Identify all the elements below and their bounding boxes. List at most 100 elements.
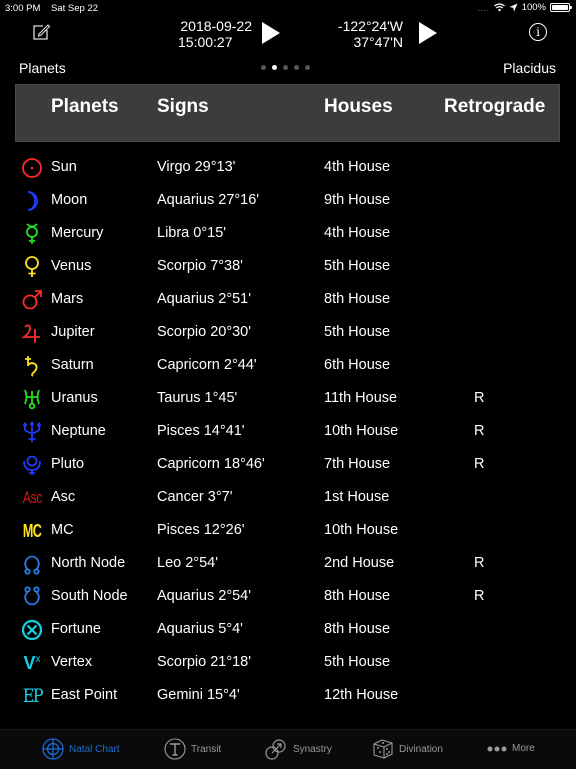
- table-row[interactable]: MC MC Pisces 12°26' 10th House: [0, 514, 576, 547]
- planet-name: Sun: [51, 159, 77, 175]
- table-row[interactable]: Sun Virgo 29°13' 4th House: [0, 151, 576, 184]
- table-row[interactable]: Fortune Aquarius 5°4' 8th House: [0, 613, 576, 646]
- house-value: 1st House: [324, 489, 390, 505]
- house-value: 8th House: [324, 588, 391, 604]
- longitude: -122°24'W: [337, 18, 403, 34]
- tab-transit[interactable]: Transit: [164, 738, 221, 760]
- natal-chart-icon: [42, 738, 64, 760]
- retrograde-flag: R: [474, 456, 485, 472]
- page-control[interactable]: [261, 65, 310, 70]
- latitude: 37°47'N: [353, 34, 403, 50]
- planet-name: Venus: [51, 258, 92, 274]
- planet-name: Jupiter: [51, 324, 95, 340]
- asc-icon: Asc: [22, 488, 42, 507]
- neptune-icon: [19, 420, 45, 444]
- house-value: 4th House: [324, 225, 391, 241]
- south-node-icon: [19, 585, 45, 609]
- planet-name: South Node: [51, 588, 128, 604]
- sign-position: Pisces 12°26': [157, 522, 245, 538]
- synastry-icon: [265, 739, 286, 760]
- wifi-icon: [493, 3, 505, 12]
- sign-position: Aquarius 2°54': [157, 588, 252, 604]
- sign-position: Aquarius 2°51': [157, 291, 252, 307]
- sign-position: Pisces 14°41': [157, 423, 245, 439]
- sign-position: Capricorn 18°46': [157, 456, 265, 472]
- sign-position: Gemini 15°4': [157, 687, 240, 703]
- table-row[interactable]: Uranus Taurus 1°45' 11th House R: [0, 382, 576, 415]
- divination-dice-icon: [373, 739, 393, 759]
- play-location-button[interactable]: [419, 22, 437, 44]
- east-point-icon: EP: [22, 685, 43, 707]
- table-row[interactable]: EP East Point Gemini 15°4' 12th House: [0, 679, 576, 712]
- mc-icon: MC: [22, 520, 42, 541]
- table-row[interactable]: Jupiter Scorpio 20°30' 5th House: [0, 316, 576, 349]
- chart-datetime[interactable]: 2018-09-22 15:00:27: [160, 18, 252, 50]
- house-value: 10th House: [324, 423, 399, 439]
- sub-header: Planets Placidus: [0, 58, 576, 80]
- planet-name: East Point: [51, 687, 118, 703]
- sign-position: Scorpio 20°30': [157, 324, 252, 340]
- jupiter-icon: [19, 321, 45, 345]
- tab-label: Transit: [191, 743, 222, 755]
- house-value: 6th House: [324, 357, 391, 373]
- tab-natal-chart[interactable]: Natal Chart: [42, 738, 120, 760]
- planet-name: Mercury: [51, 225, 104, 241]
- table-row[interactable]: Mars Aquarius 2°51' 8th House: [0, 283, 576, 316]
- planet-name: Vertex: [51, 654, 93, 670]
- status-bar: 3:00 PM Sat Sep 22 .... 100%: [0, 0, 576, 16]
- planet-name: Asc: [51, 489, 76, 505]
- planet-name: Fortune: [51, 621, 101, 637]
- page-dot[interactable]: [294, 65, 299, 70]
- tab-synastry[interactable]: Synastry: [264, 738, 332, 760]
- table-row[interactable]: Asc Asc Cancer 3°7' 1st House: [0, 481, 576, 514]
- play-time-button[interactable]: [262, 22, 280, 44]
- table-row[interactable]: South Node Aquarius 2°54' 8th House R: [0, 580, 576, 613]
- battery-icon: [550, 3, 572, 12]
- edit-icon[interactable]: [31, 22, 51, 42]
- retrograde-flag: R: [474, 555, 485, 571]
- page-dot[interactable]: [261, 65, 266, 70]
- table-row[interactable]: Moon Aquarius 27°16' 9th House: [0, 184, 576, 217]
- retrograde-flag: R: [474, 423, 485, 439]
- retrograde-flag: R: [474, 588, 485, 604]
- sign-position: Leo 2°54': [157, 555, 218, 571]
- status-time: 3:00 PM: [5, 3, 41, 14]
- location-arrow-icon: [509, 3, 518, 12]
- house-value: 8th House: [324, 621, 391, 637]
- moon-icon: [19, 189, 45, 213]
- house-value: 4th House: [324, 159, 391, 175]
- sign-position: Cancer 3°7': [157, 489, 233, 505]
- page-dot[interactable]: [283, 65, 288, 70]
- sign-position: Taurus 1°45': [157, 390, 238, 406]
- page-dot[interactable]: [272, 65, 277, 70]
- sign-position: Aquarius 5°4': [157, 621, 243, 637]
- tab-label: Synastry: [293, 743, 332, 755]
- mars-icon: [19, 288, 45, 312]
- house-value: 5th House: [324, 258, 391, 274]
- retrograde-flag: R: [474, 390, 485, 406]
- table-row[interactable]: Saturn Capricorn 2°44' 6th House: [0, 349, 576, 382]
- planet-name: Uranus: [51, 390, 98, 406]
- table-row[interactable]: Pluto Capricorn 18°46' 7th House R: [0, 448, 576, 481]
- table-row[interactable]: Vx Vertex Scorpio 21°18' 5th House: [0, 646, 576, 679]
- table-row[interactable]: Venus Scorpio 7°38' 5th House: [0, 250, 576, 283]
- tab-divination[interactable]: Divination: [372, 738, 443, 760]
- house-value: 8th House: [324, 291, 391, 307]
- table-row[interactable]: Mercury Libra 0°15' 4th House: [0, 217, 576, 250]
- planet-name: Moon: [51, 192, 88, 208]
- chart-location[interactable]: -122°24'W 37°47'N: [300, 18, 403, 50]
- planet-table: Sun Virgo 29°13' 4th House Moon Aquarius 27°…: [0, 151, 576, 712]
- house-system-button[interactable]: Placidus: [503, 60, 556, 76]
- table-row[interactable]: North Node Leo 2°54' 2nd House R: [0, 547, 576, 580]
- chart-time: 15:00:27: [178, 34, 233, 50]
- sign-position: Scorpio 7°38': [157, 258, 243, 274]
- saturn-icon: [19, 354, 45, 378]
- sign-position: Libra 0°15': [157, 225, 227, 241]
- info-icon[interactable]: i: [529, 23, 547, 41]
- tab-label: Natal Chart: [69, 743, 120, 755]
- table-header: Planets Signs Houses Retrograde: [15, 84, 560, 142]
- sign-position: Virgo 29°13': [157, 159, 236, 175]
- page-dot[interactable]: [305, 65, 310, 70]
- tab-more[interactable]: More: [487, 743, 535, 754]
- table-row[interactable]: Neptune Pisces 14°41' 10th House R: [0, 415, 576, 448]
